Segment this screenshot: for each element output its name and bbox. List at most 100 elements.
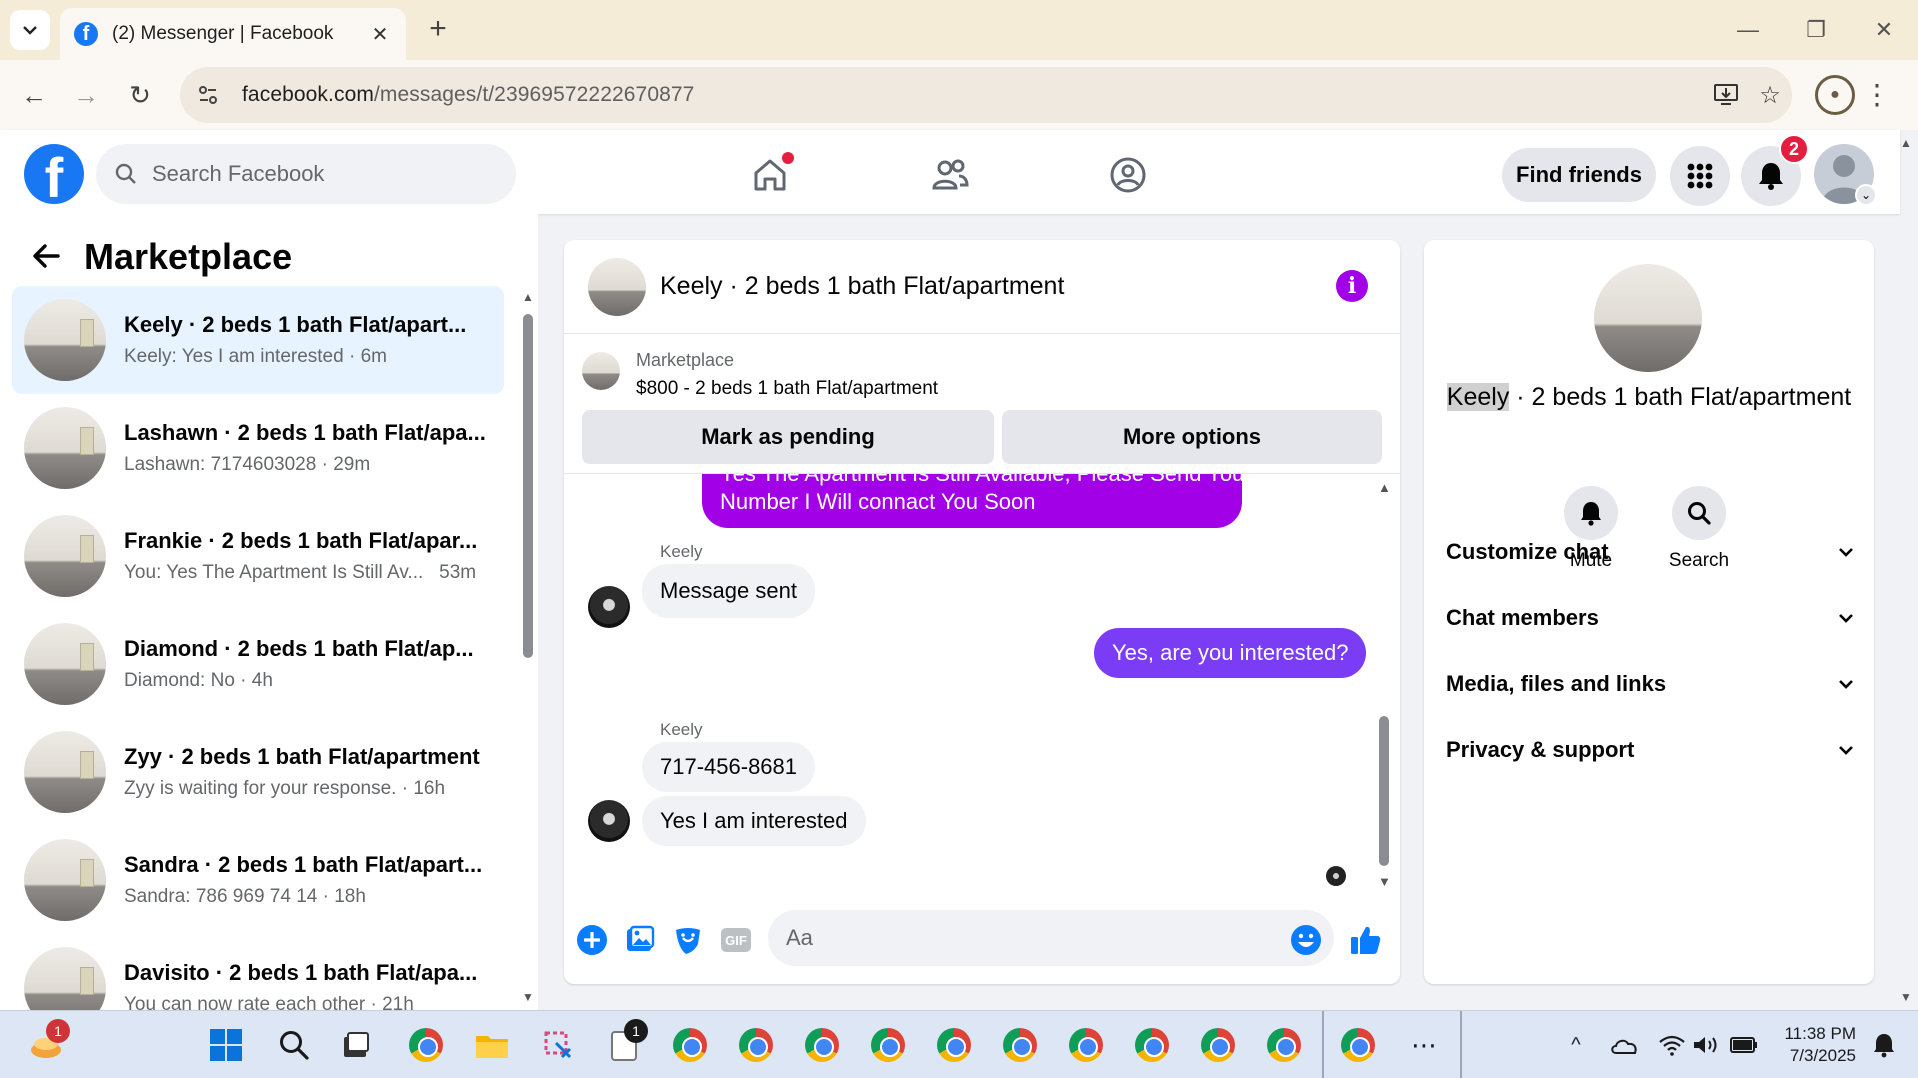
chrome-app-icon[interactable] (932, 1023, 976, 1067)
conversation-time: 4h (251, 670, 273, 691)
chat-members-row[interactable]: Chat members (1446, 598, 1856, 638)
chrome-app-icon[interactable] (1336, 1023, 1380, 1067)
chrome-app-icon[interactable] (1262, 1023, 1306, 1067)
gif-icon[interactable]: GIF (718, 922, 754, 958)
chrome-app-icon[interactable] (734, 1023, 778, 1067)
tray-chevron-icon[interactable]: ^ (1554, 1023, 1598, 1067)
chat-listing-thumbnail[interactable] (588, 258, 646, 316)
start-windows-icon[interactable] (204, 1023, 248, 1067)
chrome-app-icon[interactable] (1064, 1023, 1108, 1067)
conversation-item[interactable]: Keely · 2 beds 1 bath Flat/apart... Keel… (12, 286, 504, 394)
sidebar-scroll-down-icon[interactable]: ▼ (522, 990, 534, 1004)
back-icon[interactable]: ← (14, 75, 54, 115)
conversation-preview: You can now rate each other (124, 994, 366, 1010)
message-composer: GIF (564, 898, 1400, 984)
browser-profile-icon[interactable]: ● (1815, 75, 1855, 115)
sticker-icon[interactable] (670, 922, 706, 958)
back-arrow-icon[interactable] (30, 240, 62, 278)
customize-chat-row[interactable]: Customize chat (1446, 532, 1856, 572)
taskbar-search-icon[interactable] (272, 1023, 316, 1067)
incoming-message[interactable]: Message sent (642, 564, 815, 618)
chevron-down-icon (1839, 614, 1853, 623)
taskbar-clock[interactable]: 11:38 PM 7/3/2025 (1772, 1023, 1856, 1067)
forward-icon[interactable]: → (66, 75, 106, 115)
sidebar-scrollbar[interactable] (523, 314, 533, 658)
chrome-app-icon[interactable] (1130, 1023, 1174, 1067)
like-thumbs-up-icon[interactable] (1348, 922, 1384, 958)
chat-title[interactable]: Keely · 2 beds 1 bath Flat/apartment (660, 272, 1064, 301)
window-close-icon[interactable]: ✕ (1864, 12, 1904, 48)
search-icon (115, 163, 136, 184)
facebook-search[interactable] (96, 144, 516, 204)
sidebar-scroll-up-icon[interactable]: ▲ (522, 290, 534, 304)
snipping-tool-icon[interactable] (536, 1023, 580, 1067)
task-view-icon[interactable] (334, 1023, 378, 1067)
chat-scroll-up-icon[interactable]: ▲ (1378, 480, 1391, 495)
conversation-item[interactable]: Sandra · 2 beds 1 bath Flat/apart... San… (12, 826, 504, 934)
facebook-logo[interactable]: f (24, 144, 84, 204)
emoji-icon[interactable] (1290, 924, 1322, 956)
info-listing-thumbnail[interactable] (1594, 264, 1702, 372)
chat-scrollbar[interactable] (1379, 716, 1389, 866)
chrome-app-icon[interactable] (866, 1023, 910, 1067)
widgets-badge: 1 (46, 1019, 70, 1043)
privacy-support-row[interactable]: Privacy & support (1446, 730, 1856, 770)
address-bar[interactable]: facebook.com/messages/t/2396957222267087… (180, 67, 1792, 123)
chevron-down-icon (23, 26, 37, 35)
info-icon[interactable]: i (1336, 270, 1368, 302)
notification-center-icon[interactable] (1862, 1023, 1906, 1067)
new-tab-icon[interactable]: + (422, 14, 454, 46)
conversation-item[interactable]: Frankie · 2 beds 1 bath Flat/apar... You… (12, 502, 504, 610)
chat-scroll-down-icon[interactable]: ▼ (1378, 874, 1391, 889)
page-scroll-down-icon[interactable]: ▼ (1900, 990, 1912, 1004)
conversation-item[interactable]: Zyy · 2 beds 1 bath Flat/apartment Zyy i… (12, 718, 504, 826)
browser-menu-icon[interactable]: ⋮ (1862, 75, 1892, 115)
bookmark-star-icon[interactable]: ☆ (1748, 73, 1792, 117)
sender-avatar[interactable] (588, 800, 630, 842)
info-title-rest: · 2 beds 1 bath Flat/apartment (1509, 383, 1852, 411)
chrome-app-icon[interactable] (1196, 1023, 1240, 1067)
listing-banner-thumbnail[interactable] (582, 352, 620, 390)
menu-grid-icon[interactable] (1670, 146, 1730, 206)
media-files-links-row[interactable]: Media, files and links (1446, 664, 1856, 704)
outgoing-message[interactable]: Yes, are you interested? (1094, 628, 1367, 678)
account-chevron-icon[interactable]: ⌄ (1855, 184, 1877, 206)
more-apps-icon[interactable]: ⋯ (1402, 1023, 1446, 1067)
find-friends-button[interactable]: Find friends (1502, 148, 1656, 202)
incoming-message[interactable]: 717-456-8681 (642, 742, 816, 792)
tab-close-icon[interactable]: ✕ (368, 22, 392, 47)
restore-icon[interactable]: ❐ (1796, 12, 1836, 48)
windows-taskbar: 1 1 ⋯ ^ 11:38 PM 7/3/2025 (0, 1010, 1918, 1078)
outgoing-message[interactable]: Yes The Apartment Is Still Available, Pl… (702, 474, 1242, 528)
more-options-button[interactable]: More options (1002, 410, 1382, 464)
incoming-message[interactable]: Yes I am interested (642, 796, 866, 846)
conversation-item[interactable]: Lashawn · 2 beds 1 bath Flat/apa... Lash… (12, 394, 504, 502)
browser-tab[interactable]: f (2) Messenger | Facebook ✕ (60, 8, 406, 60)
mark-as-pending-button[interactable]: Mark as pending (582, 410, 994, 464)
listing-label: Marketplace (636, 350, 735, 370)
onedrive-cloud-icon[interactable] (1602, 1023, 1646, 1067)
battery-icon[interactable] (1722, 1023, 1766, 1067)
message-input-wrap[interactable] (768, 910, 1334, 966)
plus-circle-icon[interactable] (574, 922, 610, 958)
tab-search-button[interactable] (10, 10, 50, 50)
conversation-item[interactable]: Diamond · 2 beds 1 bath Flat/ap... Diamo… (12, 610, 504, 718)
site-info-icon[interactable] (188, 75, 228, 115)
install-app-icon[interactable] (1704, 73, 1748, 117)
chrome-app-icon[interactable] (998, 1023, 1042, 1067)
chrome-app-icon[interactable] (404, 1023, 448, 1067)
conversation-item[interactable]: Davisito · 2 beds 1 bath Flat/apa... You… (12, 934, 504, 1010)
friends-icon[interactable] (925, 150, 975, 200)
sender-avatar[interactable] (588, 586, 630, 628)
search-input[interactable] (152, 161, 492, 187)
file-explorer-icon[interactable] (470, 1023, 514, 1067)
listing-price[interactable]: $800 - 2 beds 1 bath Flat/apartment (636, 378, 938, 400)
reload-icon[interactable]: ↻ (120, 75, 160, 115)
page-scroll-up-icon[interactable]: ▲ (1900, 136, 1912, 150)
photo-icon[interactable] (622, 922, 658, 958)
chrome-app-icon[interactable] (668, 1023, 712, 1067)
groups-icon[interactable] (1103, 150, 1153, 200)
minimize-icon[interactable]: — (1728, 12, 1768, 48)
chrome-app-icon[interactable] (800, 1023, 844, 1067)
message-input[interactable] (786, 925, 1266, 951)
